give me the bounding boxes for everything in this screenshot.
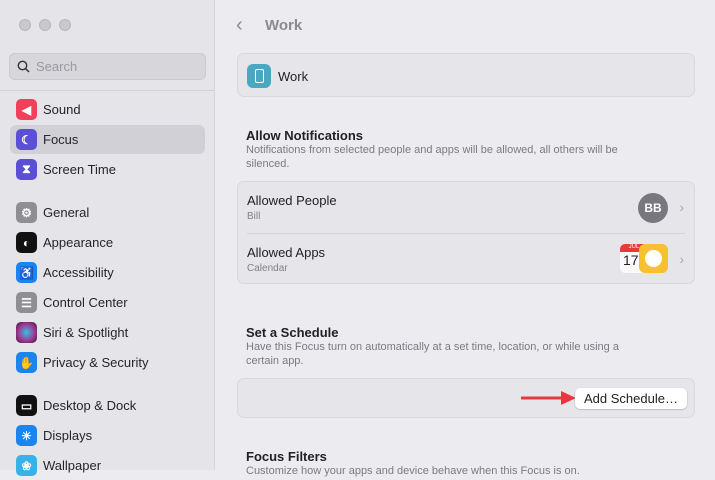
speaker-icon: ◀ bbox=[16, 99, 37, 120]
allow-notifications-description: Notifications from selected people and a… bbox=[246, 144, 618, 170]
sidebar-item-appearance[interactable]: ◐ Appearance bbox=[10, 228, 205, 257]
focus-filters-description: Customize how your apps and device behav… bbox=[246, 465, 580, 477]
red-arrow-annotation bbox=[521, 391, 576, 405]
sidebar-item-label: General bbox=[43, 205, 90, 220]
allow-notifications-heading: Allow Notifications bbox=[246, 128, 363, 143]
sidebar-item-accessibility[interactable]: ♿ Accessibility bbox=[10, 258, 205, 287]
sidebar-item-siri-spotlight[interactable]: Siri & Spotlight bbox=[10, 318, 205, 347]
row-subtitle: Bill bbox=[247, 211, 261, 222]
sidebar-item-label: Desktop & Dock bbox=[43, 398, 137, 413]
search-placeholder: Search bbox=[36, 59, 78, 74]
add-schedule-button[interactable]: Add Schedule… bbox=[575, 388, 687, 409]
appearance-icon: ◐ bbox=[16, 232, 37, 253]
sidebar-item-focus[interactable]: ☾ Focus bbox=[10, 125, 205, 154]
main-content: ‹ Work Work Allow Notifications Notifica… bbox=[216, 0, 715, 477]
page-title: Work bbox=[265, 17, 303, 34]
hand-icon: ✋ bbox=[16, 352, 37, 373]
sidebar-item-wallpaper[interactable]: ❀ Wallpaper bbox=[10, 451, 205, 480]
sidebar-item-desktop-dock[interactable]: ▭ Desktop & Dock bbox=[10, 391, 205, 420]
sidebar-item-control-center[interactable]: ☰ Control Center bbox=[10, 288, 205, 317]
chevron-right-icon: › bbox=[679, 251, 684, 267]
sidebar-item-label: Accessibility bbox=[43, 265, 114, 280]
allowed-apps-row[interactable]: Allowed Apps Calendar JUL 17 › bbox=[238, 234, 694, 285]
sidebar: Search ◀ Sound ☾ Focus ⧗ Screen Time ⚙ Gener… bbox=[0, 0, 215, 476]
schedule-heading: Set a Schedule bbox=[246, 325, 339, 340]
focus-name: Work bbox=[278, 69, 309, 84]
row-subtitle: Calendar bbox=[247, 263, 288, 274]
sidebar-item-general[interactable]: ⚙ General bbox=[10, 198, 205, 227]
sidebar-item-sound[interactable]: ◀ Sound bbox=[10, 95, 205, 124]
chevron-right-icon: › bbox=[679, 199, 684, 215]
focus-filters-heading: Focus Filters bbox=[246, 449, 327, 464]
accessibility-icon: ♿ bbox=[16, 262, 37, 283]
sidebar-item-label: Control Center bbox=[43, 295, 128, 310]
sidebar-item-label: Privacy & Security bbox=[43, 355, 149, 370]
focus-name-card[interactable]: Work bbox=[237, 53, 695, 97]
siri-icon bbox=[16, 322, 37, 343]
sidebar-item-label: Focus bbox=[43, 132, 79, 147]
id-badge-icon bbox=[247, 64, 271, 88]
zoom-window-button[interactable] bbox=[59, 19, 71, 31]
gear-icon: ⚙ bbox=[16, 202, 37, 223]
sidebar-item-label: Wallpaper bbox=[43, 458, 102, 473]
allowed-list: Allowed People Bill BB › Allowed Apps Ca… bbox=[237, 181, 695, 284]
search-icon bbox=[17, 60, 30, 73]
schedule-description: Have this Focus turn on automatically at… bbox=[246, 341, 619, 367]
sidebar-item-screen-time[interactable]: ⧗ Screen Time bbox=[10, 155, 205, 184]
hourglass-icon: ⧗ bbox=[16, 159, 37, 180]
sun-icon: ☀ bbox=[16, 425, 37, 446]
avatar: BB bbox=[638, 193, 668, 223]
divider bbox=[0, 90, 215, 91]
allowed-people-row[interactable]: Allowed People Bill BB › bbox=[238, 182, 694, 233]
sidebar-item-label: Sound bbox=[43, 102, 81, 117]
clock-app-icon bbox=[639, 244, 668, 273]
sidebar-item-label: Siri & Spotlight bbox=[43, 325, 129, 340]
sidebar-item-label: Screen Time bbox=[43, 162, 116, 177]
row-title: Allowed People bbox=[247, 193, 337, 208]
dock-icon: ▭ bbox=[16, 395, 37, 416]
row-title: Allowed Apps bbox=[247, 245, 326, 260]
sidebar-item-label: Appearance bbox=[43, 235, 114, 250]
sidebar-item-displays[interactable]: ☀ Displays bbox=[10, 421, 205, 450]
minimize-window-button[interactable] bbox=[39, 19, 51, 31]
search-input[interactable]: Search bbox=[9, 53, 206, 80]
sidebar-item-label: Displays bbox=[43, 428, 93, 443]
toggles-icon: ☰ bbox=[16, 292, 37, 313]
flower-icon: ❀ bbox=[16, 455, 37, 476]
moon-icon: ☾ bbox=[16, 129, 37, 150]
close-window-button[interactable] bbox=[19, 19, 31, 31]
schedule-card: Add Schedule… bbox=[237, 378, 695, 418]
back-chevron-icon[interactable]: ‹ bbox=[236, 14, 243, 37]
sidebar-item-privacy-security[interactable]: ✋ Privacy & Security bbox=[10, 348, 205, 377]
